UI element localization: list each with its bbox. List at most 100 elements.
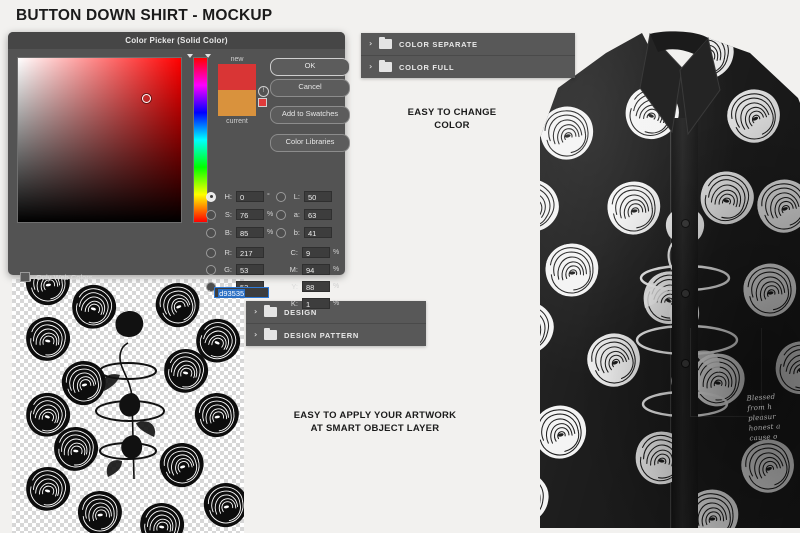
field-input-magenta[interactable]: 94 (302, 264, 330, 275)
field-row-lab-a[interactable]: a: 63 (276, 208, 332, 221)
color-field-cursor[interactable] (142, 94, 151, 103)
gamut-warning-icon[interactable]: ! (258, 86, 269, 97)
caption-line-1: EASY TO CHANGE (407, 107, 497, 118)
radio-hue[interactable] (206, 191, 216, 202)
field-input-lab-l[interactable]: 50 (304, 191, 332, 202)
page-title: BUTTON DOWN SHIRT - MOCKUP (16, 7, 273, 24)
field-input-black[interactable]: 1 (302, 298, 330, 309)
hex-input[interactable]: d93535 (214, 287, 270, 298)
field-row-lab-l[interactable]: L: 50 (276, 190, 332, 203)
folder-icon (379, 59, 392, 72)
caption-easy-to-apply-artwork: EASY TO APPLY YOUR ARTWORK AT SMART OBJE… (260, 409, 490, 435)
layer-row-design-pattern[interactable]: › DESIGN PATTERN (246, 324, 426, 346)
only-web-colors-checkbox[interactable] (20, 272, 30, 282)
cancel-button[interactable]: Cancel (270, 79, 350, 97)
field-unit-brightness: % (267, 229, 274, 236)
add-to-swatches-button[interactable]: Add to Swatches (270, 106, 350, 124)
shirt-collar (639, 31, 721, 136)
field-label-red: R: (224, 248, 233, 257)
layer-label: COLOR FULL (399, 62, 455, 72)
field-input-hue[interactable]: 0 (236, 191, 264, 202)
radio-lab-b[interactable] (276, 227, 286, 238)
field-label-lab-a: a: (293, 210, 300, 219)
field-row-saturation[interactable]: S: 76 % (206, 208, 275, 221)
new-swatch-label: new (230, 56, 244, 63)
layer-row-color-full[interactable]: › COLOR FULL (361, 56, 575, 78)
folder-icon (379, 36, 392, 49)
folder-icon (264, 327, 277, 340)
field-row-yellow[interactable]: Y: 88 % (289, 280, 341, 293)
caption-easy-to-change-color: EASY TO CHANGE COLOR (372, 106, 532, 132)
field-unit-saturation: % (267, 211, 274, 218)
field-input-green[interactable]: 53 (236, 264, 264, 275)
color-libraries-button[interactable]: Color Libraries (270, 134, 350, 152)
field-label-green: G: (224, 265, 232, 274)
shirt-script-text: Blessed from h pleasur honest a cause o (746, 392, 781, 443)
field-unit-cyan: % (333, 249, 340, 256)
field-label-lab-b: b: (293, 228, 300, 237)
field-label-brightness: B: (224, 228, 232, 237)
saturation-brightness-field[interactable] (17, 57, 182, 223)
field-input-brightness[interactable]: 85 (236, 227, 264, 238)
field-row-green[interactable]: G: 53 (206, 263, 264, 276)
field-unit-yellow: % (333, 283, 340, 290)
layer-group-panel-color: › COLOR SEPARATE › COLOR FULL (361, 33, 575, 78)
field-row-lab-b[interactable]: b: 41 (276, 226, 332, 239)
field-label-magenta: M: (289, 265, 298, 274)
folder-icon (264, 304, 277, 317)
shirt-button (682, 220, 689, 227)
field-input-lab-b[interactable]: 41 (304, 227, 332, 238)
chevron-right-icon[interactable]: › (369, 63, 378, 71)
radio-brightness[interactable] (206, 227, 216, 238)
chevron-right-icon[interactable]: › (254, 308, 263, 316)
radio-red[interactable] (206, 247, 216, 258)
ok-button[interactable]: OK (270, 58, 350, 76)
field-label-saturation: S: (224, 210, 232, 219)
field-label-lab-l: L: (293, 192, 300, 201)
layer-row-color-separate[interactable]: › COLOR SEPARATE (361, 33, 575, 56)
field-unit-black: % (333, 300, 340, 307)
radio-saturation[interactable] (206, 209, 216, 220)
shirt-button (682, 290, 689, 297)
field-row-red[interactable]: R: 217 (206, 246, 264, 259)
field-input-red[interactable]: 217 (236, 247, 264, 258)
field-row-black[interactable]: K: 1 % (289, 297, 341, 310)
field-unit-magenta: % (333, 266, 340, 273)
field-input-yellow[interactable]: 88 (302, 281, 330, 292)
only-web-colors-label: Only Web Colors (36, 272, 93, 282)
color-picker-dialog[interactable]: Color Picker (Solid Color) new current !… (8, 32, 350, 309)
artwork-transparency-panel: Blessed is who eats from his own sweat, … (12, 279, 244, 533)
caption-line-2: COLOR (434, 120, 470, 131)
field-row-brightness[interactable]: B: 85 % (206, 226, 275, 239)
chevron-right-icon[interactable]: › (369, 40, 378, 48)
current-color-swatch[interactable] (218, 90, 256, 116)
layer-label: DESIGN PATTERN (284, 330, 359, 340)
radio-lab-l[interactable] (276, 191, 286, 202)
field-label-cyan: C: (290, 248, 299, 257)
field-input-lab-a[interactable]: 63 (304, 209, 332, 220)
field-label-yellow: Y: (291, 282, 298, 291)
field-label-hue: H: (224, 192, 233, 201)
shirt-mockup-photo: Blessed from h pleasur honest a cause o (540, 0, 800, 533)
field-row-magenta[interactable]: M: 94 % (289, 263, 341, 276)
caption-line-2: AT SMART OBJECT LAYER (310, 423, 440, 434)
current-swatch-label: current (226, 118, 248, 125)
field-unit-hue: ° (267, 193, 270, 200)
radio-green[interactable] (206, 264, 216, 275)
new-color-swatch[interactable] (218, 64, 256, 90)
only-web-colors-row[interactable]: Only Web Colors (20, 272, 93, 282)
web-color-warning-icon[interactable] (258, 98, 267, 107)
hex-field-row[interactable]: # d93535 (206, 287, 270, 298)
field-row-cyan[interactable]: C: 9 % (289, 246, 341, 259)
artwork-rose-pattern (19, 279, 244, 533)
field-input-saturation[interactable]: 76 (236, 209, 264, 220)
field-input-cyan[interactable]: 9 (302, 247, 330, 258)
field-label-black: K: (290, 299, 298, 308)
hex-prefix: # (206, 288, 211, 297)
hex-value: d93535 (218, 289, 246, 298)
chevron-right-icon[interactable]: › (254, 331, 263, 339)
radio-lab-a[interactable] (276, 209, 286, 220)
field-row-hue[interactable]: H: 0 ° (206, 190, 275, 203)
caption-line-1: EASY TO APPLY YOUR ARTWORK (293, 410, 457, 421)
shirt-button (682, 360, 689, 367)
